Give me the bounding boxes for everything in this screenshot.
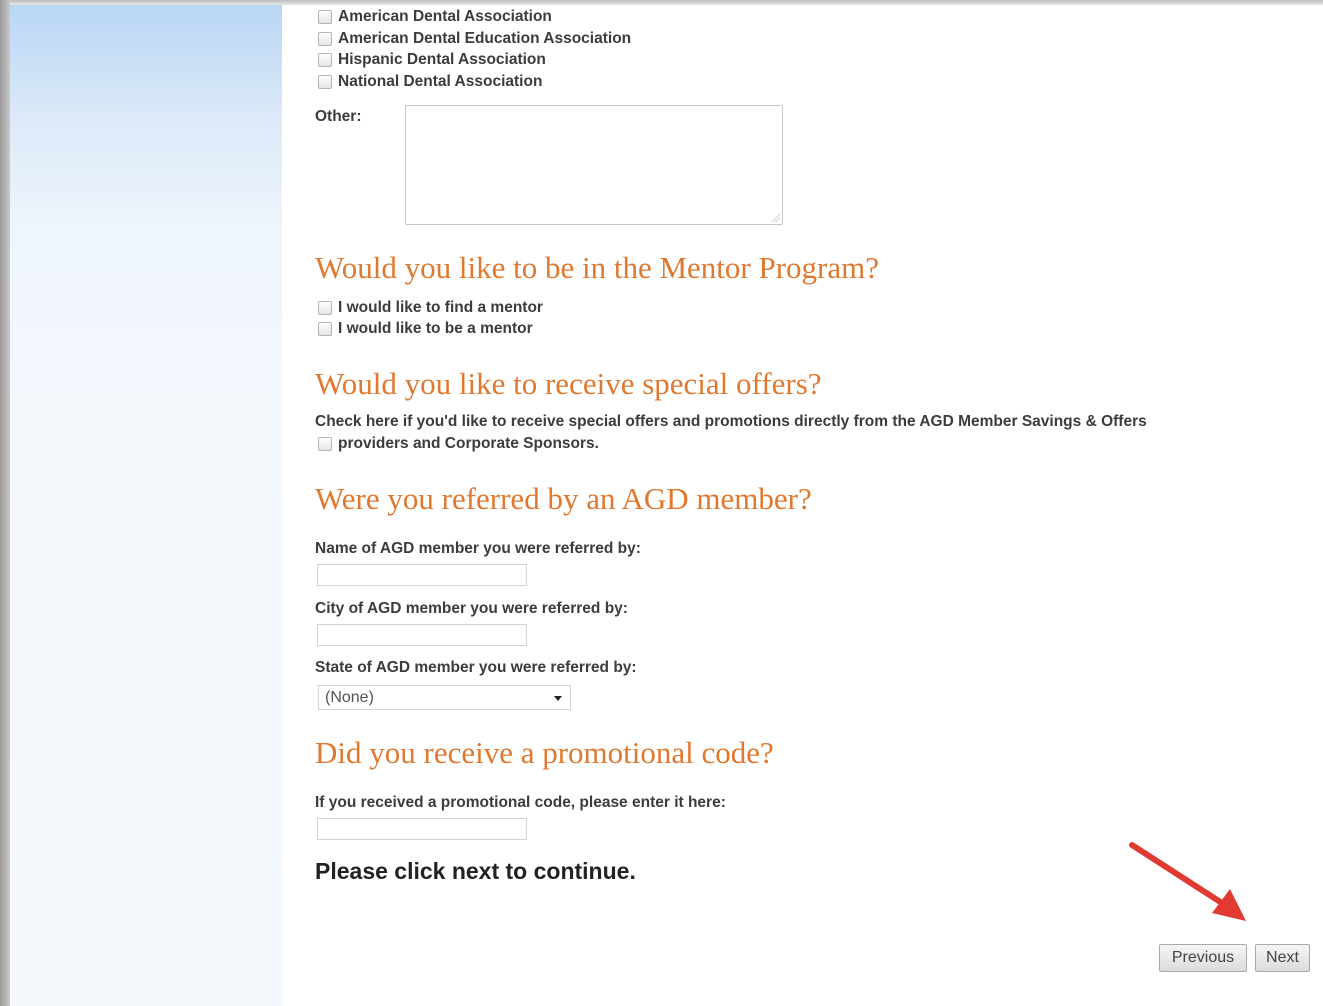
resize-grip-icon[interactable] [771,213,780,222]
checkbox[interactable] [318,322,332,336]
referrer-name-input[interactable] [317,564,527,586]
previous-button[interactable]: Previous [1159,944,1247,972]
association-label: American Dental Education Association [338,30,632,47]
promo-label: If you received a promotional code, plea… [315,794,726,811]
other-label: Other: [315,108,362,125]
mentor-heading: Would you like to be in the Mentor Progr… [315,250,880,285]
select-value: (None) [325,689,374,706]
mentor-option-label: I would like to be a mentor [338,320,533,337]
chevron-down-icon [554,696,562,701]
association-label: National Dental Association [338,73,543,90]
checkbox[interactable] [318,75,332,89]
association-option[interactable]: American Dental Association [318,7,552,27]
checkbox[interactable] [318,10,332,24]
other-textarea[interactable] [405,105,783,225]
continue-instruction: Please click next to continue. [315,858,636,884]
offers-option[interactable]: providers and Corporate Sponsors. [318,434,599,454]
association-option[interactable]: American Dental Education Association [318,29,631,49]
referrer-city-label: City of AGD member you were referred by: [315,600,628,617]
referrer-state-label: State of AGD member you were referred by… [315,659,637,676]
offers-option-label: providers and Corporate Sponsors. [338,435,599,452]
association-option[interactable]: Hispanic Dental Association [318,50,546,70]
next-button[interactable]: Next [1255,944,1310,972]
referral-heading: Were you referred by an AGD member? [315,481,812,516]
arrow-shaft [1129,842,1228,908]
association-label: Hispanic Dental Association [338,51,546,68]
promo-code-input[interactable] [317,818,527,840]
left-sidebar [10,5,282,1006]
checkbox[interactable] [318,32,332,46]
annotation-arrow-icon [1129,842,1246,921]
mentor-option-be[interactable]: I would like to be a mentor [318,319,533,339]
promo-heading: Did you receive a promotional code? [315,735,774,770]
referrer-state-select[interactable]: (None) [318,685,571,710]
offers-heading: Would you like to receive special offers… [315,366,822,401]
referrer-city-input[interactable] [317,624,527,646]
referrer-name-label: Name of AGD member you were referred by: [315,540,641,557]
association-option[interactable]: National Dental Association [318,72,542,92]
window-left-border [0,0,10,1006]
checkbox[interactable] [318,301,332,315]
mentor-option-find[interactable]: I would like to find a mentor [318,298,543,318]
checkbox[interactable] [318,437,332,451]
association-label: American Dental Association [338,8,552,25]
arrow-head [1212,889,1246,921]
offers-description: Check here if you'd like to receive spec… [315,413,1147,430]
checkbox[interactable] [318,53,332,67]
mentor-option-label: I would like to find a mentor [338,299,543,316]
